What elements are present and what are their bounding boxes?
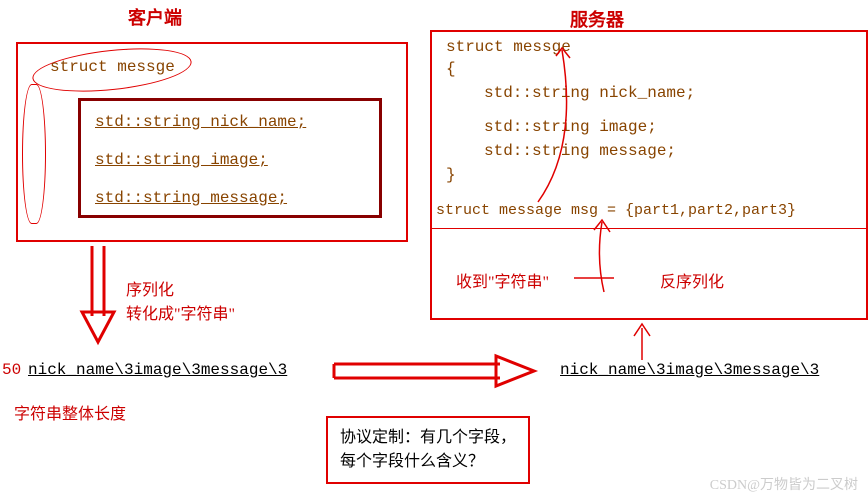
server-box: struct messge { std::string nick_name; s… bbox=[430, 30, 868, 320]
note-line-2: 每个字段什么含义？ bbox=[340, 450, 516, 474]
client-title: 客户端 bbox=[128, 4, 182, 30]
server-instantiate: struct message msg = {part1,part2,part3} bbox=[436, 202, 796, 219]
transfer-arrow bbox=[330, 352, 540, 392]
client-field-image: std::string image; bbox=[95, 151, 268, 169]
watermark: CSDN@万物皆为二叉树 bbox=[710, 474, 858, 494]
client-fields-box: std::string nick_name; std::string image… bbox=[78, 98, 382, 218]
client-field-message: std::string message; bbox=[95, 189, 287, 207]
length-prefix: 50 bbox=[2, 361, 21, 379]
client-serialized: nick_name\3image\3message\3 bbox=[28, 361, 287, 379]
note-line-1: 协议定制：有几个字段， bbox=[340, 426, 516, 450]
serialize-arrow bbox=[78, 246, 118, 346]
serialize-label-1: 序列化 bbox=[126, 276, 174, 300]
deser-label: 反序列化 bbox=[660, 268, 724, 292]
server-sketch-arrow-1 bbox=[528, 46, 598, 206]
server-brace-close: } bbox=[446, 166, 456, 184]
protocol-note: 协议定制：有几个字段， 每个字段什么含义？ bbox=[326, 416, 530, 484]
recv-label: 收到"字符串" bbox=[456, 268, 549, 292]
client-field-nickname: std::string nick_name; bbox=[95, 113, 306, 131]
server-brace-open: { bbox=[446, 60, 456, 78]
serialize-label-2: 转化成"字符串" bbox=[126, 300, 235, 324]
server-up-arrow bbox=[628, 320, 658, 364]
struct-name: struct messge bbox=[50, 58, 175, 76]
server-serialized: nick_name\3image\3message\3 bbox=[560, 361, 819, 379]
server-divider bbox=[432, 228, 866, 229]
sketch-brace-left bbox=[22, 84, 46, 224]
recv-tail-line bbox=[570, 260, 620, 300]
length-label: 字符串整体长度 bbox=[14, 400, 126, 424]
client-box: struct messge std::string nick_name; std… bbox=[16, 42, 408, 242]
server-title: 服务器 bbox=[570, 6, 624, 32]
